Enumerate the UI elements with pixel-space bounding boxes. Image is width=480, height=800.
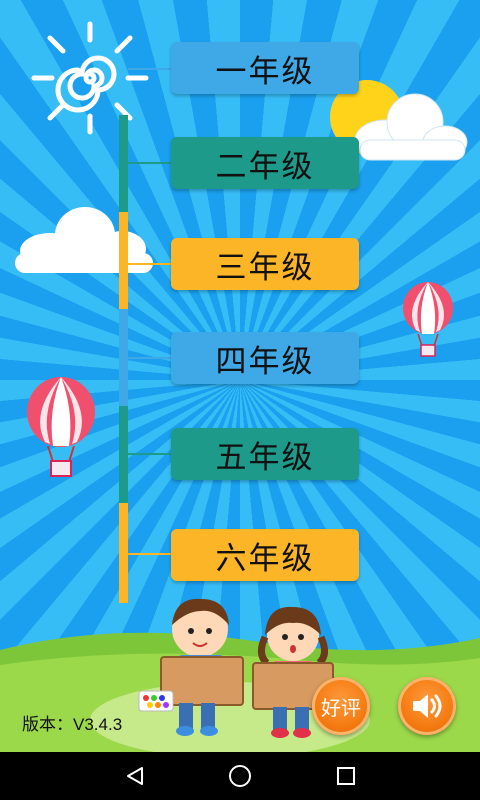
grade-1-button[interactable]: 一年级 [171,42,359,94]
sun-swirl-icon [31,21,149,135]
rate-button-label: 好评 [321,695,361,720]
recents-button[interactable] [306,752,386,800]
grade-timeline [119,115,128,603]
speaker-icon [413,694,442,718]
grade-6-button[interactable]: 六年级 [171,529,359,581]
paint-palette-icon [138,690,174,712]
hot-air-balloon-icon [27,377,95,477]
timeline-segment [119,406,128,503]
grade-5-button[interactable]: 五年级 [171,428,359,480]
back-button[interactable] [95,752,175,800]
timeline-segment [119,212,128,309]
grade-3-button[interactable]: 三年级 [171,238,359,290]
timeline-connector [128,68,172,70]
hot-air-balloon-icon [403,282,453,357]
timeline-connector [128,453,172,455]
recents-square-icon [337,767,355,785]
rate-button[interactable]: 好评 [312,677,370,735]
back-triangle-icon [127,767,143,785]
home-circle-icon [229,765,251,787]
grade-2-button[interactable]: 二年级 [171,137,359,189]
version-label: 版本：V3.4.3 [22,715,123,734]
timeline-connector [128,162,172,164]
grade-4-button[interactable]: 四年级 [171,332,359,384]
sound-toggle-button[interactable] [398,677,456,735]
cloud-icon [15,207,153,273]
timeline-connector [128,357,172,359]
timeline-segment [119,115,128,212]
timeline-segment [119,503,128,603]
app-screen: 一年级 二年级 三年级 四年级 五年级 六年级 版本：V3.4.3 好评 [0,0,480,752]
timeline-segment [119,309,128,406]
timeline-connector [128,263,172,265]
system-navigation-bar [0,752,480,800]
cloud-icon [354,93,468,161]
timeline-connector [128,553,172,555]
home-button[interactable] [200,752,280,800]
